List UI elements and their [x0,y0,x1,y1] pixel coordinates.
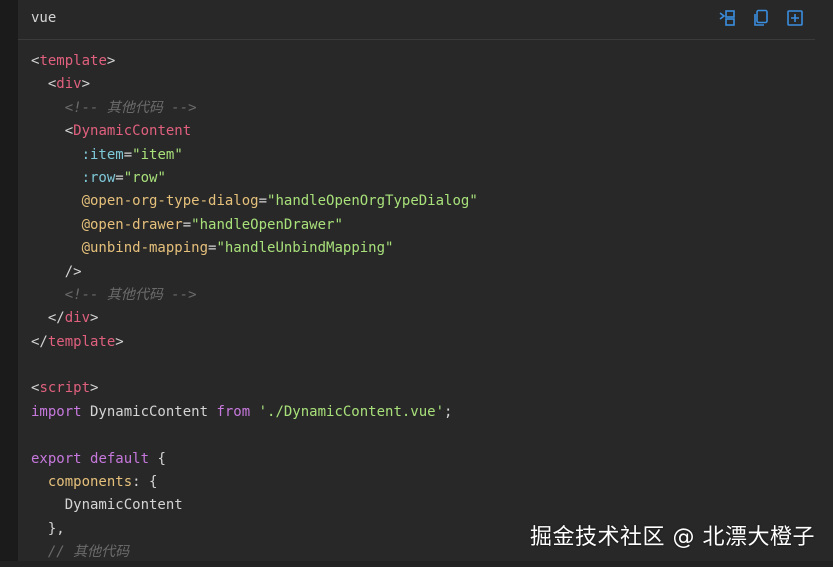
code-token-plain: { [149,450,166,467]
code-line: </template> [31,331,478,354]
code-line: }, [31,518,478,541]
code-token-tag: DynamicContent [73,123,192,140]
wrap-lines-icon [719,10,735,26]
code-block: vue <template> <div> <!-- 其他代码 --> <Dyna… [18,0,833,567]
code-token-punct: > [106,53,116,69]
copy-icon [754,9,768,26]
code-token-punct: > [81,76,91,93]
page: vue <template> <div> <!-- 其他代码 --> <Dyna… [0,0,833,567]
code-token-comment: <!-- 其他代码 --> [64,99,197,116]
code-token-attr: :item [81,146,124,163]
code-token-tag: div [56,76,82,93]
copy-button[interactable] [751,8,771,28]
wrap-lines-button[interactable] [717,8,737,28]
code-line: export default { [31,448,478,471]
code-token-tag: template [39,53,107,69]
code-line: @open-drawer="handleOpenDrawer" [31,214,478,237]
code-block-header: vue [18,0,815,40]
code-line: <div> [31,73,478,96]
code-line: :item="item" [31,144,478,167]
code-line: import DynamicContent from './DynamicCon… [31,401,478,424]
code-token-kw: import [31,403,82,420]
code-token-kw: default [90,450,150,467]
code-token-key: components [47,474,133,491]
code-line: @unbind-mapping="handleUnbindMapping" [31,237,478,260]
code-actions [717,8,805,28]
code-token-plain: : { [132,474,158,491]
code-token-str: "row" [123,169,166,186]
code-token-punct: = [182,216,192,233]
code-token-str: "handleUnbindMapping" [216,240,394,257]
code-token-punct: = [115,169,124,186]
code-token-punct: </ [47,310,65,327]
code-token-plain: ; [444,403,453,420]
language-label: vue [31,10,57,26]
code-token-comment: <!-- 其他代码 --> [64,286,197,303]
code-token-punct: > [90,310,99,327]
code-token-punct: < [64,123,74,140]
expand-button[interactable] [785,8,805,28]
watermark: 掘金技术社区 @ 北漂大橙子 [530,525,815,550]
code-line: components: { [31,471,478,494]
code-line: </div> [31,307,478,330]
code-line: <!-- 其他代码 --> [31,97,478,120]
code-line: <script> [31,377,478,400]
code-token-punct: /> [64,263,82,280]
code-token-punct: = [258,193,268,210]
code-token-str: "item" [132,146,183,163]
code-token-punct: = [123,146,133,163]
code-token-plain: }, [31,520,65,537]
code-token-punct: > [90,380,99,397]
code-token-tag: script [39,380,91,397]
code-token-plain: DynamicContent [81,403,217,420]
code-token-str: "handleOpenOrgTypeDialog" [267,193,478,210]
code-token-plain: DynamicContent [31,497,183,514]
code-line: @open-org-type-dialog="handleOpenOrgType… [31,190,478,213]
code-token-event: @unbind-mapping [81,240,209,257]
code-token-event: @open-drawer [81,216,183,233]
code-token-punct: > [115,333,124,350]
code-token-comment: // 其他代码 [47,544,130,561]
code-token-str: "handleOpenDrawer" [191,216,343,233]
bottom-strip [0,561,833,567]
code-token-str: './DynamicContent.vue' [258,403,445,420]
code-line: /> [31,261,478,284]
code-token-punct: </ [31,333,48,350]
code-line: DynamicContent [31,494,478,517]
code-token-tag: template [47,333,116,350]
code-line: <DynamicContent [31,120,478,143]
code-line: <template> [31,50,478,73]
code-line: :row="row" [31,167,478,190]
code-token-event: @open-org-type-dialog [81,193,259,210]
code-token-tag: div [64,310,91,327]
expand-icon [787,10,803,26]
code-content: <template> <div> <!-- 其他代码 --> <DynamicC… [31,50,478,565]
code-token-attr: :row [81,169,116,186]
code-token-kw: export [31,450,82,467]
code-line: <!-- 其他代码 --> [31,284,478,307]
code-token-kw: from [216,403,251,420]
